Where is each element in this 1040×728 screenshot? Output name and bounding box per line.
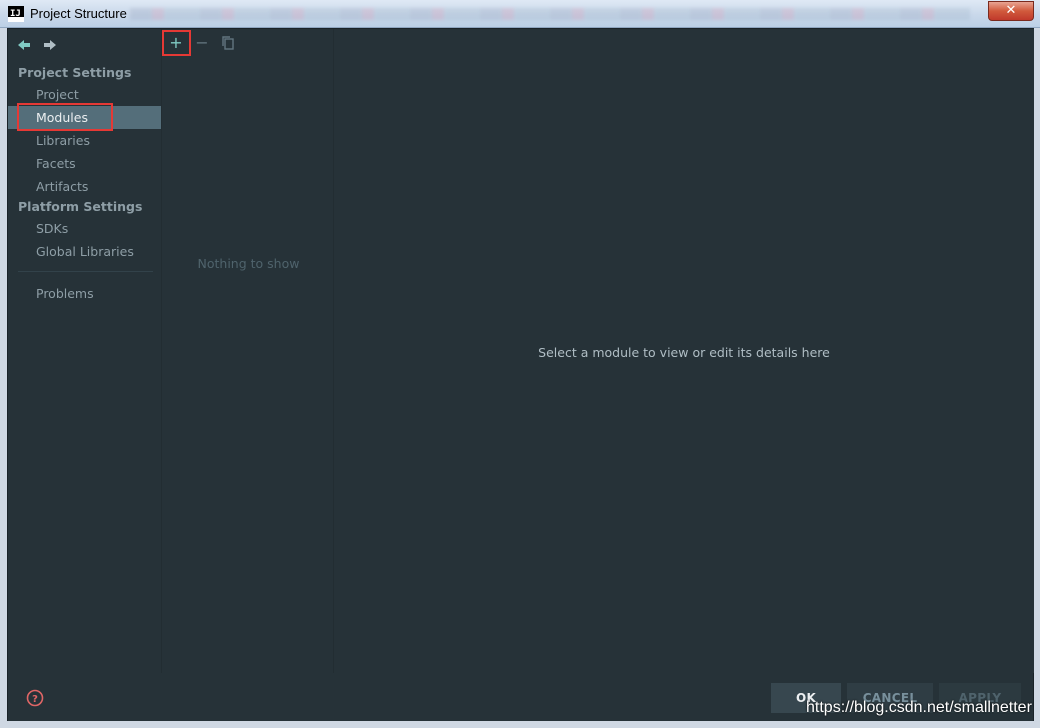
window-border-right [1034,28,1040,728]
window-title: Project Structure [30,6,127,21]
window-border-left [0,28,7,728]
close-window-button[interactable]: ✕ [988,1,1034,21]
nav-history-arrows [16,37,58,53]
nav-divider [18,271,153,272]
modules-highlight-box [17,103,113,131]
project-structure-dialog: Project Settings Project Modules Librari… [7,28,1034,721]
modules-list-panel: + − Nothing to show [161,29,334,673]
forward-arrow-icon[interactable] [42,37,58,53]
remove-module-button[interactable]: − [190,33,214,53]
add-button-highlight-box [162,30,191,56]
project-settings-heading: Project Settings [18,65,132,80]
svg-text:?: ? [32,694,38,705]
intellij-app-icon: IJ [8,6,24,22]
module-details-panel: Select a module to view or edit its deta… [334,29,1034,673]
nav-item-global-libraries[interactable]: Global Libraries [8,240,161,263]
settings-nav: Project Settings Project Modules Librari… [8,29,161,673]
title-bar-background [130,8,970,20]
modules-toolbar: + − [162,29,333,57]
help-icon[interactable]: ? [26,689,44,707]
module-details-empty-text: Select a module to view or edit its deta… [538,345,830,360]
watermark-text: https://blog.csdn.net/smallnetter [806,699,1032,716]
nav-item-problems[interactable]: Problems [8,282,161,305]
nav-item-facets[interactable]: Facets [8,152,161,175]
nav-item-libraries[interactable]: Libraries [8,129,161,152]
window-title-bar[interactable]: IJ Project Structure ✕ [0,0,1040,28]
modules-empty-text: Nothing to show [197,256,300,271]
platform-settings-heading: Platform Settings [18,199,143,214]
back-arrow-icon[interactable] [16,37,32,53]
nav-item-artifacts[interactable]: Artifacts [8,175,161,198]
nav-item-sdks[interactable]: SDKs [8,217,161,240]
copy-icon [222,36,234,50]
window-border-bottom [0,721,1040,728]
copy-module-button[interactable] [216,33,240,53]
